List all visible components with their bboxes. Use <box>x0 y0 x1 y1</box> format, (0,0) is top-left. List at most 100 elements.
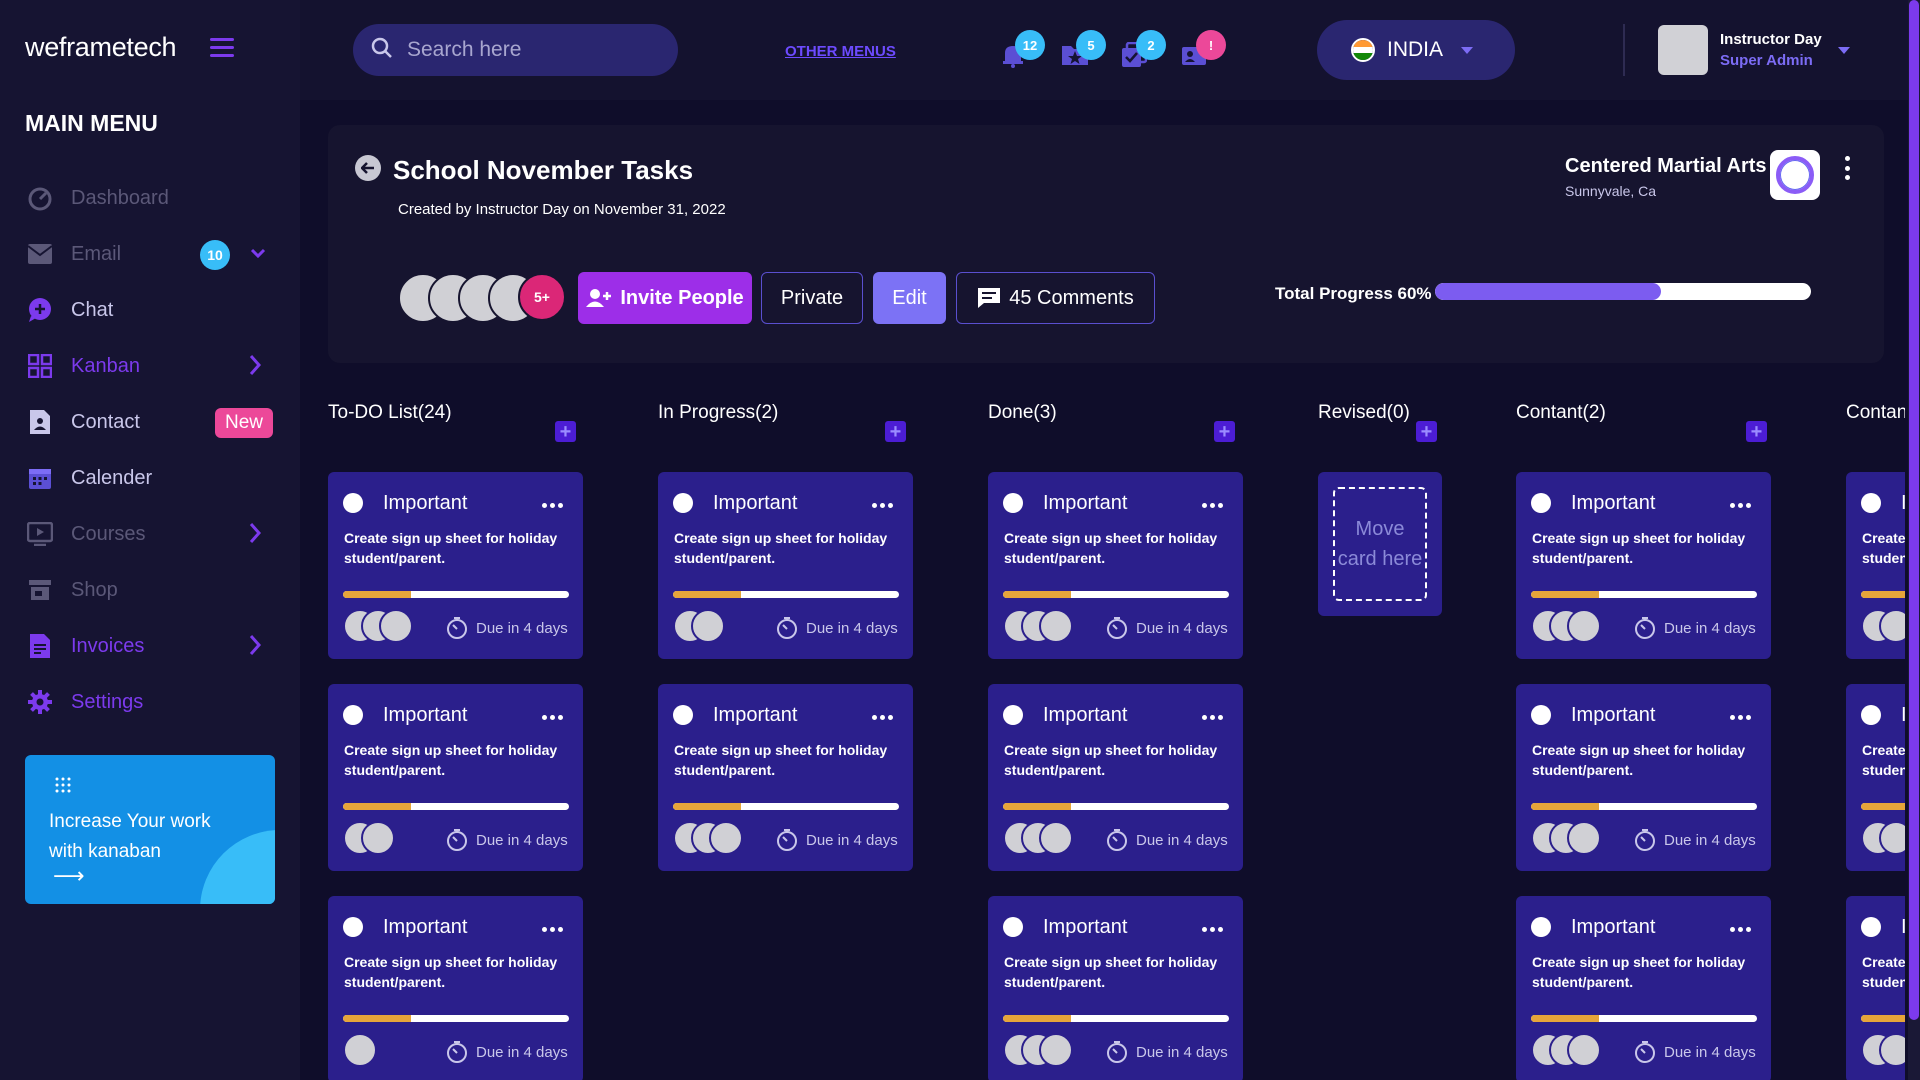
task-card[interactable]: Important Create sign up sheet for holida… <box>328 684 583 871</box>
sidebar-item-shop[interactable]: Shop <box>0 562 300 618</box>
more-horizontal-icon[interactable] <box>1730 927 1751 932</box>
task-card[interactable]: Important Create sign up sheet for holida… <box>988 472 1243 659</box>
more-horizontal-icon[interactable] <box>1730 503 1751 508</box>
chevron-right-icon[interactable] <box>248 354 270 376</box>
task-card[interactable]: Important Create sign up sheet for holida… <box>328 472 583 659</box>
edit-button[interactable]: Edit <box>873 272 946 324</box>
more-horizontal-icon[interactable] <box>1202 503 1223 508</box>
chevron-down-icon[interactable] <box>250 246 272 268</box>
caret-down-icon <box>1461 46 1474 54</box>
sidebar-item-calender[interactable]: Calender <box>0 450 300 506</box>
add-card-icon[interactable]: + <box>1214 421 1235 442</box>
card-select-radio[interactable] <box>343 917 363 937</box>
sidebar-item-courses[interactable]: Courses <box>0 506 300 562</box>
sidebar-item-chat[interactable]: Chat <box>0 282 300 338</box>
divider <box>1623 24 1625 76</box>
task-card[interactable]: Important Create sign up sheet for holida… <box>1516 684 1771 871</box>
task-card[interactable]: Important Create sign up sheet for holida… <box>1516 896 1771 1080</box>
add-card-icon[interactable]: + <box>1746 421 1767 442</box>
card-priority-label: Important <box>383 492 468 514</box>
task-card[interactable]: Important Create sign up sheet for holida… <box>988 896 1243 1080</box>
more-horizontal-icon[interactable] <box>542 503 563 508</box>
promo-card[interactable]: Increase Your work with kanaban ⟶ <box>25 755 275 904</box>
member-avatars[interactable]: 5+ <box>398 273 568 323</box>
avatar <box>361 821 395 855</box>
task-card[interactable]: Important Create sign up sheet for holida… <box>1516 472 1771 659</box>
other-menus-link[interactable]: OTHER MENUS <box>785 43 896 60</box>
chevron-right-icon[interactable] <box>248 522 270 544</box>
task-card[interactable]: Important Create sign up sheet for holida… <box>1846 684 1905 871</box>
organization-logo <box>1770 150 1820 200</box>
arrow-right-icon[interactable]: ⟶ <box>53 863 85 889</box>
notification-tasks[interactable]: 2 <box>1121 30 1166 70</box>
task-card[interactable]: Important Create sign up sheet for holida… <box>328 896 583 1080</box>
sidebar: weframetech MAIN MENU Dashboard Email 10… <box>0 0 300 1080</box>
card-select-radio[interactable] <box>673 705 693 725</box>
user-menu-caret-icon[interactable] <box>1838 47 1850 54</box>
notification-bell[interactable]: 12 <box>1000 30 1045 70</box>
card-description: Create sign up sheet for holiday student… <box>674 742 888 778</box>
back-button[interactable] <box>355 155 381 181</box>
card-description: Create sign up sheet for holiday student… <box>1862 954 1905 990</box>
card-select-radio[interactable] <box>1003 917 1023 937</box>
task-card[interactable]: Important Create sign up sheet for holida… <box>658 472 913 659</box>
card-select-radio[interactable] <box>343 493 363 513</box>
card-description: Create sign up sheet for holiday student… <box>1004 742 1218 778</box>
user-name[interactable]: Instructor Day <box>1720 31 1822 48</box>
card-select-radio[interactable] <box>1531 493 1551 513</box>
card-select-radio[interactable] <box>1861 705 1881 725</box>
sidebar-item-dashboard[interactable]: Dashboard <box>0 170 300 226</box>
card-select-radio[interactable] <box>1531 917 1551 937</box>
card-select-radio[interactable] <box>1003 493 1023 513</box>
add-card-icon[interactable]: + <box>885 421 906 442</box>
sidebar-item-settings[interactable]: Settings <box>0 674 300 730</box>
private-button[interactable]: Private <box>761 272 863 324</box>
add-card-icon[interactable]: + <box>1416 421 1437 442</box>
card-select-radio[interactable] <box>1003 705 1023 725</box>
promo-text: Increase Your work with kanaban <box>49 811 211 862</box>
more-horizontal-icon[interactable] <box>1202 927 1223 932</box>
due-label: Due in 4 days <box>1664 831 1756 849</box>
country-selector[interactable]: INDIA <box>1317 20 1515 80</box>
card-description: Create sign up sheet for holiday student… <box>1532 742 1746 778</box>
more-horizontal-icon[interactable] <box>872 503 893 508</box>
sidebar-item-label: Contact <box>71 410 140 433</box>
more-horizontal-icon[interactable] <box>872 715 893 720</box>
timer-icon <box>1635 617 1655 639</box>
card-select-radio[interactable] <box>1861 917 1881 937</box>
more-members-badge[interactable]: 5+ <box>518 273 566 321</box>
drop-zone[interactable]: Move card here <box>1318 472 1442 616</box>
task-card[interactable]: Important Create sign up sheet for holida… <box>988 684 1243 871</box>
card-select-radio[interactable] <box>343 705 363 725</box>
search-input[interactable] <box>407 38 657 62</box>
sidebar-item-contact[interactable]: Contact New <box>0 394 300 450</box>
sidebar-item-kanban[interactable]: Kanban <box>0 338 300 394</box>
card-select-radio[interactable] <box>1531 705 1551 725</box>
task-card[interactable]: Important Create sign up sheet for holida… <box>658 684 913 871</box>
more-horizontal-icon[interactable] <box>542 715 563 720</box>
add-card-icon[interactable]: + <box>555 421 576 442</box>
search-bar[interactable] <box>353 24 678 76</box>
card-due-date: Due in 4 days <box>446 617 568 639</box>
invite-people-button[interactable]: Invite People <box>578 272 752 324</box>
scrollbar-thumb[interactable] <box>1909 0 1919 1020</box>
card-select-radio[interactable] <box>673 493 693 513</box>
sidebar-item-email[interactable]: Email 10 <box>0 226 300 282</box>
task-card[interactable]: Important Create sign up sheet for holida… <box>1846 896 1905 1080</box>
sidebar-item-invoices[interactable]: Invoices <box>0 618 300 674</box>
card-due-date: Due in 4 days <box>446 1041 568 1063</box>
avatar[interactable] <box>1658 25 1708 75</box>
task-card[interactable]: Important Create sign up sheet for holida… <box>1846 472 1905 659</box>
menu-toggle-icon[interactable] <box>210 38 234 60</box>
more-horizontal-icon[interactable] <box>542 927 563 932</box>
more-options-icon[interactable] <box>1845 156 1851 180</box>
more-horizontal-icon[interactable] <box>1730 715 1751 720</box>
chevron-right-icon[interactable] <box>248 634 270 656</box>
notification-users[interactable]: ! <box>1181 30 1226 70</box>
app-logo[interactable]: weframetech <box>25 32 177 63</box>
more-horizontal-icon[interactable] <box>1202 715 1223 720</box>
comments-button[interactable]: 45 Comments <box>956 272 1155 324</box>
notification-favorites[interactable]: 5 <box>1061 30 1106 70</box>
vertical-scrollbar[interactable] <box>1908 0 1920 1080</box>
card-select-radio[interactable] <box>1861 493 1881 513</box>
